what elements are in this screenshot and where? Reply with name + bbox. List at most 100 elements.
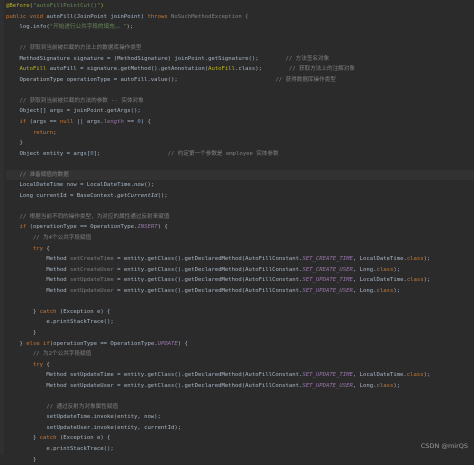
code-token: public void <box>6 13 47 20</box>
code-line[interactable]: e.printStackTrace(); <box>6 444 474 455</box>
code-token: // 获得数据库操作类型 <box>275 76 336 83</box>
code-line[interactable] <box>6 33 474 44</box>
code-token: ) { <box>177 340 188 347</box>
code-token: } <box>6 456 37 463</box>
code-line[interactable]: @Before("autoFillPointCut()") <box>6 1 474 12</box>
code-token: == <box>127 119 138 126</box>
code-line[interactable]: Method setUpdateTime = entity.getClass()… <box>6 370 474 381</box>
code-line[interactable]: // 根据当前不同的操作类型，为对应的属性通过反射来赋值 <box>6 212 474 223</box>
code-token: setUpdateUser.invoke(entity, currentId); <box>6 424 182 431</box>
code-line[interactable]: Long currentId = BaseContext.getCurrentI… <box>6 191 474 202</box>
code-token: null <box>59 119 77 126</box>
code-line[interactable]: e.printStackTrace(); <box>6 317 474 328</box>
code-line[interactable]: try { <box>6 360 474 371</box>
code-line[interactable]: AutoFill autoFill = signature.getMethod(… <box>6 64 474 75</box>
code-line[interactable]: } catch (Exception e) { <box>6 433 474 444</box>
code-token: SET_CREATE_USER <box>302 266 353 273</box>
code-token: = entity.getClass().getDeclaredMethod(Au… <box>117 277 303 284</box>
code-token: NoSuchMethodException { <box>171 13 249 20</box>
code-line[interactable]: } <box>6 138 474 149</box>
code-token: ]; <box>93 150 168 157</box>
code-line[interactable]: Method setUpdateUser = entity.getClass()… <box>6 381 474 392</box>
code-token: class <box>406 372 424 379</box>
code-token: = entity.getClass().getDeclaredMethod(Au… <box>117 266 303 273</box>
code-token: , Long. <box>352 382 377 389</box>
code-line[interactable]: } catch (Exception e) { <box>6 307 474 318</box>
code-line[interactable]: // 准备赋值的数据 <box>6 169 474 181</box>
code-token: } <box>6 140 23 147</box>
code-line[interactable]: LocalDateTime now = LocalDateTime.now(); <box>6 180 474 191</box>
code-token: ); <box>393 266 401 273</box>
code-token: @Before( <box>6 3 33 9</box>
code-token: autoFill = signature.getMethod().getAnno… <box>49 66 209 73</box>
code-line[interactable]: } else if(operationType == OperationType… <box>6 339 474 350</box>
code-token: setUpdateTime.invoke(entity, now); <box>6 414 161 421</box>
code-token: } <box>6 435 40 442</box>
code-token: MethodSignature signature = (MethodSigna… <box>6 55 286 62</box>
code-line[interactable]: try { <box>6 244 474 255</box>
code-token: getCurrentId <box>117 192 158 199</box>
code-line[interactable] <box>6 159 474 170</box>
code-token: { <box>46 245 50 252</box>
code-token: // 通过反射为对象属性赋值 <box>6 403 119 410</box>
code-token: AutoFill <box>6 66 50 73</box>
code-token: throws <box>147 13 172 20</box>
code-token: || args. <box>76 119 104 126</box>
code-token: // 准备赋值的数据 <box>6 171 69 178</box>
code-line[interactable]: // 为4个公共字段赋值 <box>6 233 474 244</box>
code-area[interactable]: @Before("autoFillPointCut()") public void… <box>6 1 474 465</box>
code-token: ) { <box>157 224 168 231</box>
code-line[interactable]: OperationType operationType = autoFill.v… <box>6 75 474 86</box>
code-token: , Long. <box>352 287 377 294</box>
code-line[interactable]: } <box>6 328 474 339</box>
code-line[interactable]: } <box>6 455 474 465</box>
code-token: SET_UPDATE_TIME <box>302 277 353 284</box>
code-token: class <box>406 256 424 263</box>
code-line[interactable]: // 通过反射为对象属性赋值 <box>6 402 474 413</box>
watermark: CSDN @mirQS <box>420 442 468 451</box>
code-token: (operationType == OperationType. <box>49 340 158 347</box>
code-token: = entity.getClass().getDeclaredMethod(Au… <box>117 256 303 263</box>
code-line[interactable]: setUpdateTime.invoke(entity, now); <box>6 412 474 423</box>
code-line[interactable]: public void autoFill(JoinPoint joinPoint… <box>6 12 474 23</box>
code-line[interactable]: // 获取到当前被拦截的方法上的数据库操作类型 <box>6 43 474 54</box>
code-line[interactable]: setUpdateUser.invoke(entity, currentId); <box>6 423 474 434</box>
code-line[interactable]: Method setCreateUser = entity.getClass()… <box>6 265 474 276</box>
code-line[interactable] <box>6 201 474 212</box>
code-token: Object[] args = joinPoint.getArgs(); <box>6 108 141 115</box>
code-token: AutoFill <box>208 66 236 73</box>
code-token: catch <box>39 435 60 442</box>
code-token: try <box>6 245 47 252</box>
code-line[interactable]: Object[] args = joinPoint.getArgs(); <box>6 106 474 117</box>
code-line[interactable]: MethodSignature signature = (MethodSigna… <box>6 54 474 65</box>
code-line[interactable]: if (args == null || args.length == 0) { <box>6 117 474 128</box>
code-token: Long currentId = BaseContext. <box>6 192 118 199</box>
code-line[interactable] <box>6 296 474 307</box>
code-line[interactable]: if (operationType == OperationType.INSER… <box>6 222 474 233</box>
code-line[interactable]: Object entity = args[0]; // 约定第一个参数是 emp… <box>6 149 474 160</box>
code-token: ) { <box>140 119 151 126</box>
code-line[interactable]: return; <box>6 128 474 139</box>
code-line[interactable]: // 为2个公共字段赋值 <box>6 349 474 360</box>
code-token: = entity.getClass().getDeclaredMethod(Au… <box>117 287 303 294</box>
code-token: (Exception e) { <box>59 435 111 442</box>
code-token: setCreateTime <box>70 256 118 263</box>
code-token: ); <box>423 256 431 263</box>
code-token: OperationType operationType = autoFill.v… <box>6 76 276 83</box>
code-token: // 根据当前不同的操作类型，为对应的属性通过反射来赋值 <box>6 213 170 220</box>
code-token: // 为4个公共字段赋值 <box>6 235 92 242</box>
code-editor[interactable]: @Before("autoFillPointCut()") public void… <box>0 0 474 463</box>
code-line[interactable] <box>6 391 474 402</box>
code-line[interactable] <box>6 85 474 96</box>
code-line[interactable]: // 获取到当前被拦截的方法的参数 -- 实体对象 <box>6 96 474 107</box>
code-line[interactable]: Method setUpdateTime = entity.getClass()… <box>6 275 474 286</box>
code-token: // 获取方法上的注解对象 <box>288 66 355 73</box>
code-token: ); <box>423 372 431 379</box>
code-token: INSERT <box>137 224 158 231</box>
code-token: "开始进行公共字段的填充。。" <box>49 24 127 31</box>
code-token: .class); <box>235 66 289 73</box>
code-line[interactable]: log.info("开始进行公共字段的填充。。"); <box>6 22 474 33</box>
code-token: return <box>6 129 54 136</box>
code-line[interactable]: Method setUpdateUser = entity.getClass()… <box>6 286 474 297</box>
code-line[interactable]: Method setCreateTime = entity.getClass()… <box>6 254 474 265</box>
